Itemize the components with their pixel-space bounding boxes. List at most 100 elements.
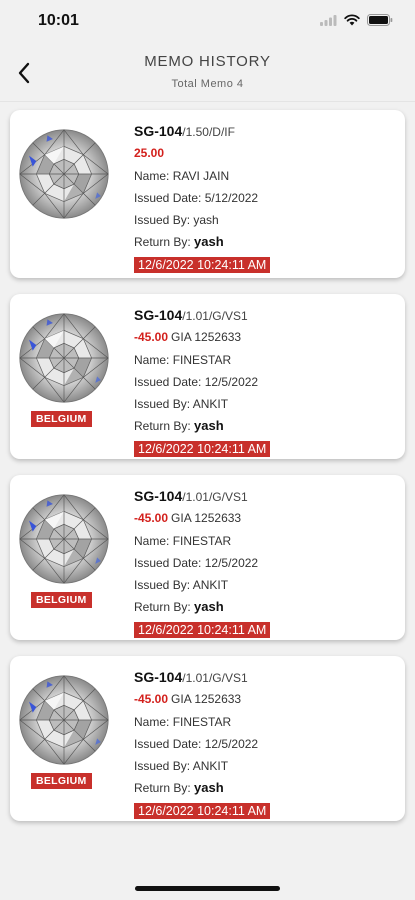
return-by-label: Return By:: [134, 235, 191, 250]
name-label: Name:: [134, 352, 170, 367]
stone-id: SG-104: [134, 669, 183, 685]
return-by-line: Return By: yash: [134, 231, 397, 253]
return-by-label: Return By:: [134, 419, 191, 434]
returned-at-badge: 12/6/2022 10:24:11 AM: [134, 440, 271, 457]
returned-at-badge: 12/6/2022 10:24:11 AM: [134, 621, 271, 638]
sku-line: SG-104/1.01/G/VS1: [134, 304, 397, 326]
issued-date-value: 5/12/2022: [204, 190, 259, 205]
diamond-image: [18, 674, 110, 766]
return-by-value: yash: [194, 418, 224, 434]
stone-spec: /1.01/G/VS1: [182, 671, 248, 685]
issued-date-label: Issued Date:: [134, 555, 202, 570]
sku-line: SG-104/1.01/G/VS1: [134, 485, 397, 507]
name-line: Name: FINESTAR: [134, 349, 397, 371]
name-label: Name:: [134, 533, 170, 548]
memo-info: SG-104/1.01/G/VS1 -45.00 GIA 1252633 Name…: [134, 304, 397, 460]
signal-icon: [320, 14, 337, 26]
name-line: Name: FINESTAR: [134, 711, 397, 733]
issued-by-value: yash: [193, 213, 219, 228]
name-label: Name:: [134, 714, 170, 729]
stone-spec: /1.01/G/VS1: [182, 490, 248, 504]
certificate: GIA 1252633: [171, 511, 242, 526]
returned-at-line: 12/6/2022 10:24:11 AM: [134, 254, 397, 276]
status-icons: [320, 14, 393, 26]
diamond-image: [18, 312, 110, 404]
name-value: RAVI JAIN: [172, 168, 230, 183]
memo-list: SG-104/1.50/D/IF 25.00 Name: RAVI JAIN I…: [0, 102, 415, 821]
memo-info: SG-104/1.50/D/IF 25.00 Name: RAVI JAIN I…: [134, 120, 397, 276]
return-by-label: Return By:: [134, 781, 191, 796]
memo-card[interactable]: BELGIUM SG-104/1.01/G/VS1 -45.00 GIA 1252…: [10, 656, 405, 821]
price-line: -45.00 GIA 1252633: [134, 507, 397, 529]
issued-date-line: Issued Date: 12/5/2022: [134, 733, 397, 755]
battery-icon: [367, 14, 393, 26]
issued-by-line: Issued By: ANKIT: [134, 393, 397, 415]
name-value: FINESTAR: [172, 352, 232, 367]
stone-spec: /1.01/G/VS1: [182, 309, 248, 323]
return-by-line: Return By: yash: [134, 777, 397, 799]
diamond-image: [18, 128, 110, 220]
stone-id: SG-104: [134, 488, 183, 504]
issued-by-label: Issued By:: [134, 213, 191, 228]
issued-by-label: Issued By:: [134, 578, 191, 593]
issued-by-label: Issued By:: [134, 759, 191, 774]
memo-info: SG-104/1.01/G/VS1 -45.00 GIA 1252633 Name…: [134, 666, 397, 822]
issued-by-value: ANKIT: [192, 578, 229, 593]
stone-spec: /1.50/D/IF: [182, 125, 235, 139]
stone-id: SG-104: [134, 123, 183, 139]
price: 25.00: [134, 146, 165, 161]
price: -45.00: [134, 330, 169, 345]
price-line: -45.00 GIA 1252633: [134, 688, 397, 710]
origin-badge: BELGIUM: [31, 411, 92, 427]
returned-at-badge: 12/6/2022 10:24:11 AM: [134, 802, 271, 819]
status-bar: 10:01: [0, 0, 415, 44]
wifi-icon: [344, 14, 360, 26]
issued-date-line: Issued Date: 12/5/2022: [134, 371, 397, 393]
price: -45.00: [134, 511, 169, 526]
issued-by-line: Issued By: yash: [134, 209, 397, 231]
sku-line: SG-104/1.50/D/IF: [134, 120, 397, 142]
issued-date-line: Issued Date: 12/5/2022: [134, 552, 397, 574]
app-header: MEMO HISTORY Total Memo 4: [0, 44, 415, 102]
returned-at-badge: 12/6/2022 10:24:11 AM: [134, 256, 271, 273]
stone-id: SG-104: [134, 307, 183, 323]
name-line: Name: FINESTAR: [134, 530, 397, 552]
memo-card[interactable]: SG-104/1.50/D/IF 25.00 Name: RAVI JAIN I…: [10, 110, 405, 278]
origin-badge: BELGIUM: [31, 773, 92, 789]
returned-at-line: 12/6/2022 10:24:11 AM: [134, 438, 397, 460]
memo-card[interactable]: BELGIUM SG-104/1.01/G/VS1 -45.00 GIA 1252…: [10, 294, 405, 459]
name-line: Name: RAVI JAIN: [134, 165, 397, 187]
return-by-value: yash: [194, 234, 224, 250]
issued-date-label: Issued Date:: [134, 374, 202, 389]
issued-by-label: Issued By:: [134, 397, 191, 412]
return-by-label: Return By:: [134, 600, 191, 615]
return-by-line: Return By: yash: [134, 596, 397, 618]
issued-date-value: 12/5/2022: [204, 736, 259, 751]
return-by-line: Return By: yash: [134, 415, 397, 437]
sku-line: SG-104/1.01/G/VS1: [134, 666, 397, 688]
home-indicator[interactable]: [135, 886, 280, 891]
certificate: GIA 1252633: [171, 330, 242, 345]
page-subtitle: Total Memo 4: [171, 78, 244, 90]
returned-at-line: 12/6/2022 10:24:11 AM: [134, 619, 397, 641]
memo-card[interactable]: BELGIUM SG-104/1.01/G/VS1 -45.00 GIA 1252…: [10, 475, 405, 640]
issued-by-value: ANKIT: [192, 397, 229, 412]
origin-badge: BELGIUM: [31, 592, 92, 608]
memo-info: SG-104/1.01/G/VS1 -45.00 GIA 1252633 Name…: [134, 485, 397, 641]
issued-date-line: Issued Date: 5/12/2022: [134, 187, 397, 209]
certificate: GIA 1252633: [171, 692, 242, 707]
price-line: -45.00 GIA 1252633: [134, 326, 397, 348]
name-value: FINESTAR: [172, 714, 232, 729]
status-time: 10:01: [38, 12, 79, 29]
diamond-image: [18, 493, 110, 585]
issued-date-label: Issued Date:: [134, 736, 202, 751]
return-by-value: yash: [194, 599, 224, 615]
issued-date-value: 12/5/2022: [204, 555, 259, 570]
issued-date-label: Issued Date:: [134, 190, 202, 205]
name-label: Name:: [134, 168, 170, 183]
returned-at-line: 12/6/2022 10:24:11 AM: [134, 800, 397, 822]
issued-by-line: Issued By: ANKIT: [134, 574, 397, 596]
issued-by-value: ANKIT: [192, 759, 229, 774]
issued-by-line: Issued By: ANKIT: [134, 755, 397, 777]
page-title: MEMO HISTORY: [144, 53, 271, 70]
